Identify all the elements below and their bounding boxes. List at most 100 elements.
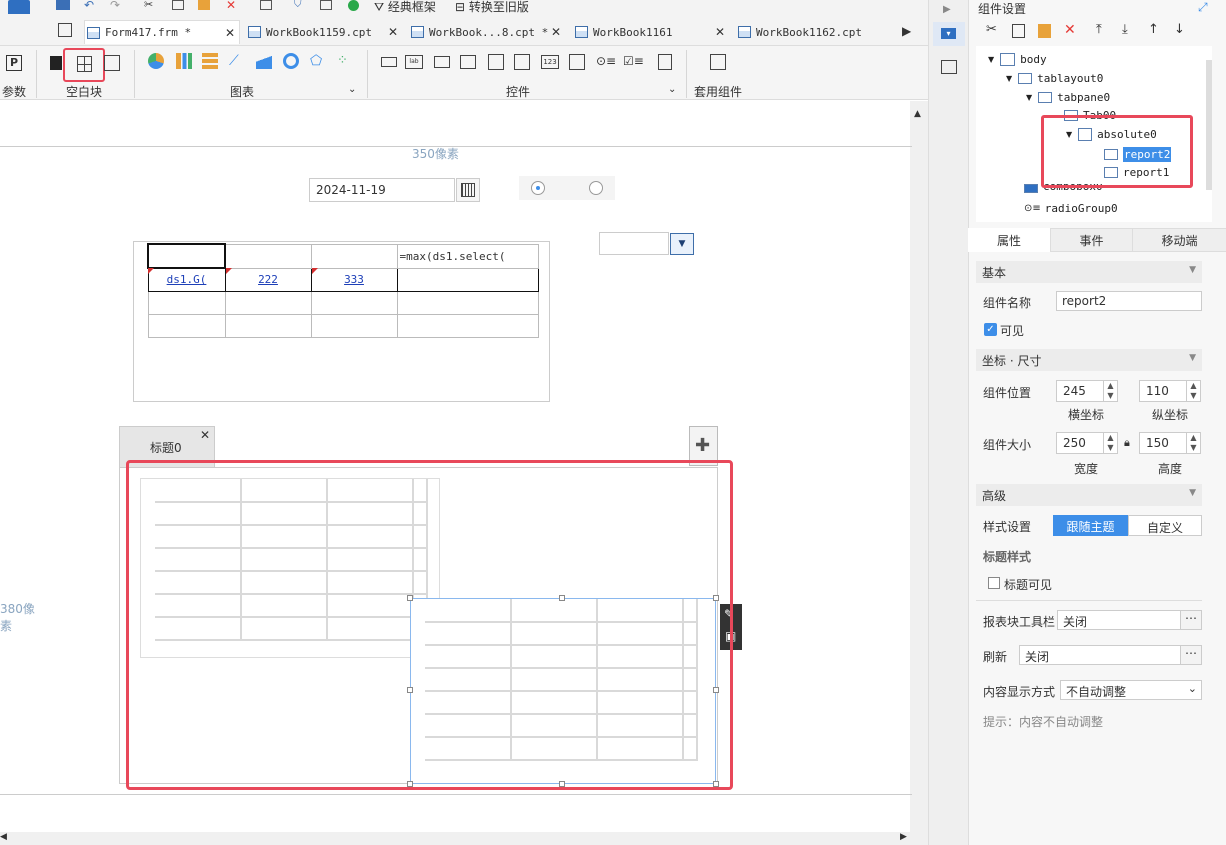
tab-workbook1162[interactable]: WorkBook1162.cpt [738,20,888,44]
cell[interactable] [396,267,539,292]
close-tab-icon[interactable]: ✕ [225,26,235,40]
cell[interactable] [310,243,398,269]
width-spinner[interactable]: 250 ▲ ▼ [1056,432,1118,454]
ds-cell[interactable]: ds1.G( [147,267,226,292]
cell[interactable] [224,243,312,269]
absolute-block-icon[interactable] [50,56,62,70]
vertical-scrollbar[interactable]: ▲ [910,101,928,845]
tab-mobile[interactable]: 移动端 [1132,228,1226,252]
move-up-icon[interactable]: ↑ [1148,22,1159,37]
toolbar-more-button[interactable]: ⋯ [1180,610,1202,630]
radar-chart-icon[interactable]: ⬠ [310,53,326,69]
component-name-input[interactable]: report2 [1056,291,1202,311]
scroll-right-icon[interactable]: ▶ [900,832,907,842]
copy-icon[interactable] [172,0,184,10]
tree-node-radiogroup0[interactable]: ⊙≡ radioGroup0 [1024,202,1118,215]
blank-block-highlight[interactable] [63,48,105,82]
label-widget-icon[interactable]: lab [405,55,423,69]
section-coord-size[interactable]: 坐标 · 尺寸 ▼ [976,349,1202,371]
spinner-arrows-icon[interactable]: ▲ ▼ [1186,381,1200,401]
combo-widget-icon[interactable] [514,54,530,70]
checkbox-group-widget-icon[interactable]: ☑≡ [623,54,644,68]
cut-icon[interactable]: ✂ [144,0,153,10]
scatter-chart-icon[interactable]: ⁘ [337,53,353,69]
gauge-chart-icon[interactable] [283,53,299,69]
password-widget-icon[interactable] [460,55,476,69]
y-spinner[interactable]: 110 ▲ ▼ [1139,380,1201,402]
tree-node-tabpane0[interactable]: ▼ tabpane0 [1026,91,1110,104]
grid-view-icon[interactable] [58,23,72,37]
chevron-down-icon[interactable]: ⌄ [668,84,676,95]
bar-chart-icon[interactable] [176,53,192,69]
check-icon[interactable] [348,0,359,11]
tab-workbook1159[interactable]: WorkBook1159.cpt ✕ [248,20,400,44]
move-top-icon[interactable]: ⤒ [1096,22,1102,37]
table-block-icon[interactable] [104,55,120,71]
hbar-chart-icon[interactable] [202,53,218,69]
date-widget-icon[interactable] [488,54,504,70]
move-bottom-icon[interactable]: ⤓ [1122,22,1128,37]
spinner-arrows-icon[interactable]: ▲ ▼ [1103,433,1117,453]
style-follow-button[interactable]: 跟随主题 [1053,515,1128,536]
close-tab-icon[interactable]: ✕ [715,25,725,39]
layout-panel-icon[interactable] [941,60,957,74]
date-input[interactable]: 2024-11-19 [309,178,455,202]
move-down-icon[interactable]: ↓ [1174,22,1185,37]
preview-icon[interactable] [260,0,272,10]
radio-group-widget-icon[interactable]: ⊙≡ [596,54,616,68]
visible-checkbox[interactable]: ✓ [984,323,997,336]
calendar-button[interactable] [456,178,480,202]
chevron-down-icon[interactable]: ⌄ [348,84,356,95]
save-icon[interactable] [56,0,70,10]
cut-icon[interactable]: ✂ [986,22,997,37]
tab-workbook-8[interactable]: WorkBook...8.cpt * ✕ [411,20,563,44]
undo-icon[interactable]: ↶ [84,0,94,11]
section-basic[interactable]: 基本 ▼ [976,261,1202,283]
spinner-arrows-icon[interactable]: ▲ ▼ [1186,433,1200,453]
toolbar-value[interactable]: 关闭 [1057,610,1180,630]
refresh-more-button[interactable]: ⋯ [1180,645,1202,665]
radio-option-2[interactable] [589,181,603,195]
expand-icon[interactable]: ▶ [943,4,951,15]
tree-node-tablayout0[interactable]: ▼ tablayout0 [1006,72,1103,85]
combobox-dropdown-icon[interactable]: ▼ [670,233,694,255]
textbox-widget-icon[interactable] [381,57,397,67]
x-spinner[interactable]: 245 ▲ ▼ [1056,380,1118,402]
shield-icon[interactable]: ⛉ [294,0,302,10]
search-preview-icon[interactable] [320,0,332,10]
section-advanced[interactable]: 高级 ▼ [976,484,1202,506]
close-tab-icon[interactable]: ✕ [200,428,210,442]
title-visible-checkbox[interactable] [988,577,1000,589]
cell[interactable] [147,243,226,269]
button-widget-icon[interactable] [434,56,450,68]
collapse-icon[interactable]: ⤢ [1198,0,1208,15]
horizontal-scrollbar[interactable]: ◀ ▶ [0,832,912,845]
delete-icon[interactable]: ✕ [226,0,236,11]
value-cell[interactable]: 222 [224,267,312,292]
search-widget-icon[interactable] [658,54,672,70]
value-cell[interactable]: 333 [310,267,398,292]
content-display-select[interactable]: 不自动调整 ⌄ [1060,680,1202,700]
height-spinner[interactable]: 150 ▲ ▼ [1139,432,1201,454]
switch-old-button[interactable]: ⊟ 转换至旧版 [455,0,529,15]
template-widget-icon[interactable] [710,54,726,70]
paste-icon[interactable] [1038,24,1051,38]
spinner-arrows-icon[interactable]: ▲ ▼ [1103,381,1117,401]
style-custom-button[interactable]: 自定义 [1128,515,1202,536]
lock-ratio-icon[interactable]: 🔒︎ [1124,436,1130,450]
scroll-up-icon[interactable]: ▲ [914,109,921,119]
param-icon[interactable]: P [6,55,22,71]
refresh-value[interactable]: 关闭 [1019,645,1180,665]
formula-cell[interactable]: =max(ds1.select( [396,243,539,269]
line-chart-icon[interactable]: ⟋ [229,53,245,69]
radio-option-1[interactable] [531,181,545,195]
tab-menu-icon[interactable]: ▶ [902,24,911,38]
delete-icon[interactable]: ✕ [1064,22,1076,38]
paste-icon[interactable] [198,0,210,10]
pie-chart-icon[interactable] [148,53,164,69]
redo-icon[interactable]: ↷ [110,0,120,11]
area-chart-icon[interactable] [256,53,272,69]
tree-node-body[interactable]: ▼ body [988,53,1047,66]
close-tab-icon[interactable]: ✕ [551,25,561,39]
tab-workbook1161[interactable]: WorkBook1161 ✕ [575,20,727,44]
